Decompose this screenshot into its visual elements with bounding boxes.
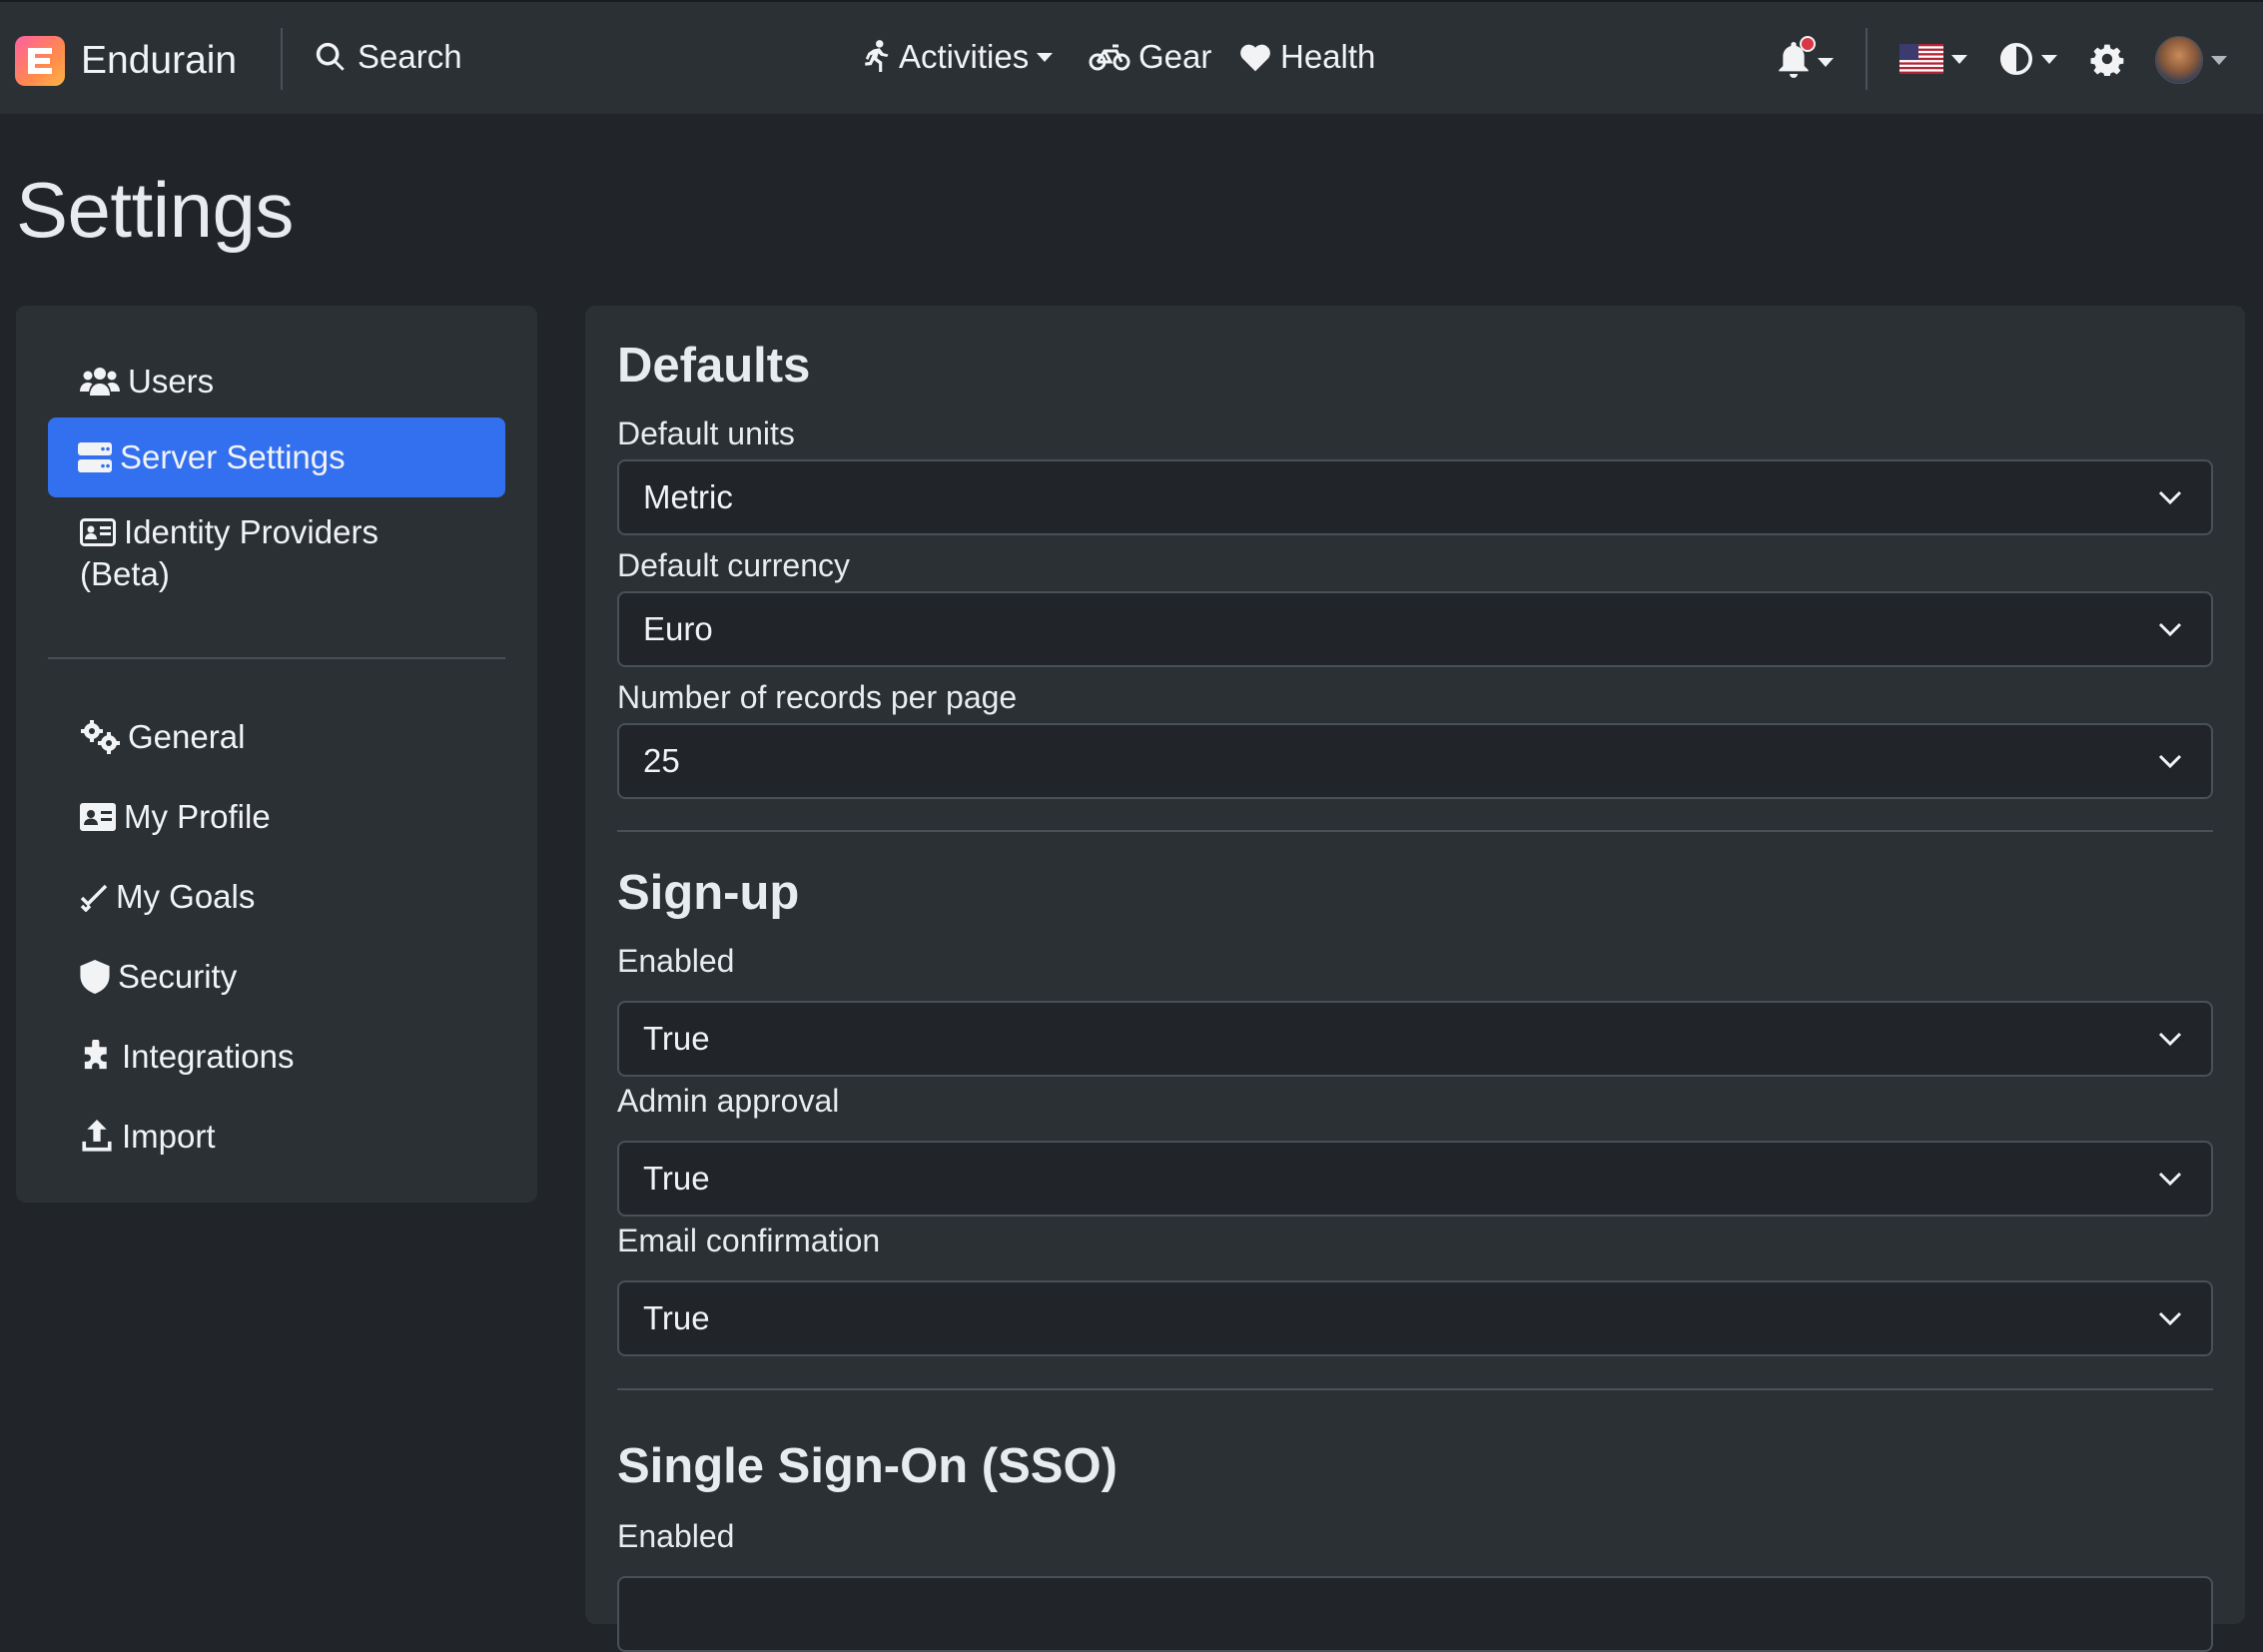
records-per-page-select[interactable]: 25 <box>617 723 2213 799</box>
sidebar-item-label: Server Settings <box>120 438 346 475</box>
select-value: True <box>643 1020 710 1057</box>
notification-dot <box>1800 36 1816 52</box>
section-title-defaults: Defaults <box>617 339 811 393</box>
admin-approval-select[interactable]: True <box>617 1141 2213 1217</box>
gear-label: Gear <box>1138 38 1212 75</box>
running-person-icon <box>865 40 889 72</box>
search-label: Search <box>358 38 462 75</box>
chevron-down-icon <box>2158 754 2182 769</box>
select-value: 25 <box>643 742 680 779</box>
upload-icon <box>82 1120 112 1152</box>
sidebar-item-label: General <box>128 718 246 755</box>
email-confirmation-select[interactable]: True <box>617 1280 2213 1356</box>
section-divider <box>617 830 2213 832</box>
activities-label: Activities <box>899 38 1030 75</box>
settings-link[interactable] <box>2090 42 2124 76</box>
nav-divider <box>1866 28 1868 90</box>
sso-enabled-label: Enabled <box>617 1518 735 1554</box>
sidebar-item-import[interactable]: Import <box>48 1109 505 1165</box>
sidebar-item-general[interactable]: General <box>48 709 505 765</box>
bell-icon <box>1778 36 1816 83</box>
profile-card-icon <box>80 803 116 831</box>
sidebar-item-label: Integrations <box>122 1038 295 1075</box>
sidebar-item-my-goals[interactable]: My Goals <box>48 869 505 925</box>
theme-dropdown[interactable] <box>1999 42 2057 76</box>
heart-icon <box>1240 44 1270 72</box>
bicycle-icon <box>1089 44 1131 71</box>
settings-sidebar: Users Server Settings Identity Providers… <box>16 306 537 1203</box>
default-units-select[interactable]: Metric <box>617 459 2213 535</box>
gear-link[interactable]: Gear <box>1089 38 1211 76</box>
chevron-down-icon <box>2158 490 2182 505</box>
email-confirmation-label: Email confirmation <box>617 1223 881 1258</box>
select-value: Euro <box>643 610 713 647</box>
sidebar-item-label-beta: (Beta) <box>80 555 170 592</box>
top-navbar: Endurain Search Activities Gear Health <box>0 0 2263 114</box>
default-currency-select[interactable]: Euro <box>617 591 2213 667</box>
server-settings-card: Defaults Default units Metric Default cu… <box>585 306 2245 1652</box>
chevron-down-icon <box>2158 1311 2182 1326</box>
brand-link[interactable]: Endurain <box>15 36 237 86</box>
server-icon <box>78 442 112 472</box>
chevron-down-icon <box>1818 58 1834 67</box>
double-check-icon <box>80 884 108 912</box>
section-title-signup: Sign-up <box>617 866 800 920</box>
gear-icon <box>2090 44 2124 76</box>
admin-approval-label: Admin approval <box>617 1083 840 1119</box>
id-card-icon <box>80 518 116 546</box>
signup-enabled-select[interactable]: True <box>617 1001 2213 1077</box>
signup-enabled-label: Enabled <box>617 943 735 979</box>
section-title-sso: Single Sign-On (SSO) <box>617 1439 1118 1493</box>
sidebar-item-label: Identity Providers <box>124 513 378 550</box>
search-link[interactable]: Search <box>314 38 462 76</box>
chevron-down-icon <box>1951 54 1967 64</box>
endurain-logo <box>15 36 65 86</box>
health-label: Health <box>1280 38 1376 75</box>
sidebar-item-users[interactable]: Users <box>48 354 505 410</box>
nav-divider <box>281 28 283 90</box>
sidebar-item-server-settings[interactable]: Server Settings <box>48 417 505 497</box>
puzzle-icon <box>84 1040 107 1070</box>
records-per-page-label: Number of records per page <box>617 679 1018 715</box>
select-value: True <box>643 1160 710 1197</box>
avatar <box>2155 36 2203 84</box>
gears-icon <box>81 720 120 754</box>
default-units-label: Default units <box>617 415 795 451</box>
language-dropdown[interactable] <box>1899 44 1967 74</box>
chevron-down-icon <box>2041 54 2057 64</box>
sidebar-item-identity-providers[interactable]: Identity Providers (Beta) <box>48 513 505 623</box>
user-menu-dropdown[interactable] <box>2155 36 2227 84</box>
us-flag-icon <box>1899 44 1943 74</box>
chevron-down-icon <box>2158 1032 2182 1047</box>
chevron-down-icon <box>2158 622 2182 637</box>
users-icon <box>80 368 120 396</box>
select-value: Metric <box>643 478 733 515</box>
page-title: Settings <box>16 166 294 254</box>
chevron-down-icon <box>2158 1172 2182 1187</box>
sidebar-item-label: Import <box>122 1118 216 1155</box>
shield-icon <box>80 960 110 994</box>
notifications-dropdown[interactable] <box>1778 36 1834 83</box>
sso-enabled-select[interactable] <box>617 1576 2213 1652</box>
chevron-down-icon <box>1037 52 1054 62</box>
sidebar-item-integrations[interactable]: Integrations <box>48 1029 505 1085</box>
chevron-down-icon <box>2211 55 2227 65</box>
health-link[interactable]: Health <box>1238 38 1375 76</box>
sidebar-item-label: Users <box>128 363 215 400</box>
select-value: True <box>643 1299 710 1336</box>
sidebar-item-label: Security <box>118 958 238 995</box>
contrast-icon <box>1999 42 2033 76</box>
section-divider <box>617 1388 2213 1390</box>
sidebar-item-my-profile[interactable]: My Profile <box>48 789 505 845</box>
default-currency-label: Default currency <box>617 547 850 583</box>
brand-name: Endurain <box>81 39 238 82</box>
activities-dropdown[interactable]: Activities <box>861 38 1054 76</box>
search-icon <box>316 42 345 71</box>
sidebar-item-label: My Profile <box>124 798 271 835</box>
sidebar-divider <box>48 657 505 659</box>
sidebar-item-label: My Goals <box>116 878 256 915</box>
sidebar-item-security[interactable]: Security <box>48 949 505 1005</box>
